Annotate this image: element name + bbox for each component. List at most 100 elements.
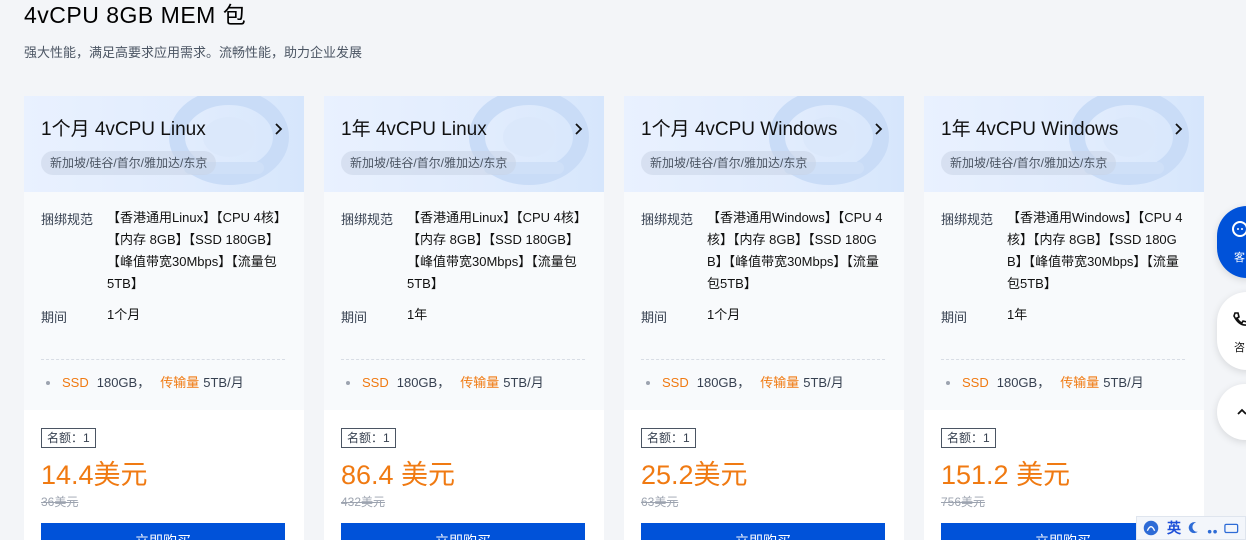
- keyboard-icon[interactable]: [1224, 520, 1239, 536]
- quota-badge: 名额：1: [341, 428, 396, 448]
- period-value: 1个月: [107, 307, 141, 322]
- consult-label: 咨: [1234, 342, 1245, 354]
- period-row: 期间 1个月: [41, 304, 283, 329]
- card-header[interactable]: 1个月 4vCPU Linux 新加坡/硅谷/首尔/雅加达/东京: [24, 96, 304, 192]
- period-label: 期间: [341, 310, 368, 325]
- old-price: 63美元: [641, 495, 679, 509]
- spec-label: 捆绑规范: [941, 212, 994, 227]
- buy-now-button[interactable]: 立即购买: [641, 523, 885, 540]
- card-title: 1年 4vCPU Linux: [341, 119, 487, 140]
- feature-row: SSD 180GB， 传输量 5TB/月: [46, 372, 244, 394]
- spec-label: 捆绑规范: [641, 212, 694, 227]
- transfer-label: 传输量: [460, 375, 500, 390]
- transfer-label: 传输量: [760, 375, 800, 390]
- punctuation-icon[interactable]: [1206, 520, 1219, 536]
- consult-button[interactable]: 咨: [1217, 292, 1246, 370]
- ssd-value: 180GB，: [96, 375, 151, 390]
- price: 151.2 美元: [941, 460, 1071, 490]
- quota-badge: 名额：1: [941, 428, 996, 448]
- spec-value: 【香港通用Windows】【CPU 4核】【内存 8GB】【SSD 180GB】…: [1007, 210, 1183, 291]
- spec-row: 捆绑规范 【香港通用Linux】【CPU 4核】【内存 8GB】【SSD 180…: [41, 207, 283, 295]
- buy-now-button[interactable]: 立即购买: [41, 523, 285, 540]
- region-tag: 新加坡/硅谷/首尔/雅加达/东京: [341, 151, 517, 175]
- chevron-right-icon[interactable]: [572, 119, 586, 139]
- divider: [41, 359, 285, 360]
- period-label: 期间: [641, 310, 668, 325]
- period-row: 期间 1年: [941, 304, 1183, 329]
- old-price: 432美元: [341, 495, 386, 509]
- bullet-icon: [46, 381, 50, 385]
- period-label: 期间: [41, 310, 68, 325]
- chevron-right-icon[interactable]: [272, 119, 286, 139]
- bullet-icon: [646, 381, 650, 385]
- decorative-icon: [469, 96, 589, 185]
- period-value: 1个月: [707, 307, 741, 322]
- bullet-icon: [346, 381, 350, 385]
- ssd-label: SSD: [962, 375, 989, 390]
- ssd-value: 180GB，: [396, 375, 451, 390]
- feature-row: SSD 180GB， 传输量 5TB/月: [946, 372, 1144, 394]
- card-title: 1个月 4vCPU Windows: [641, 119, 838, 140]
- card-header[interactable]: 1年 4vCPU Linux 新加坡/硅谷/首尔/雅加达/东京: [324, 96, 604, 192]
- period-label: 期间: [941, 310, 968, 325]
- spec-value: 【香港通用Windows】【CPU 4核】【内存 8GB】【SSD 180GB】…: [707, 210, 883, 291]
- feature-row: SSD 180GB， 传输量 5TB/月: [346, 372, 544, 394]
- region-tag: 新加坡/硅谷/首尔/雅加达/东京: [641, 151, 817, 175]
- chevron-right-icon[interactable]: [872, 119, 886, 139]
- period-value: 1年: [407, 307, 428, 322]
- price: 86.4 美元: [341, 460, 456, 490]
- divider: [341, 359, 585, 360]
- back-to-top-button[interactable]: [1217, 384, 1246, 440]
- divider: [941, 359, 1185, 360]
- period-row: 期间 1年: [341, 304, 583, 329]
- quota-badge: 名额：1: [41, 428, 96, 448]
- spec-row: 捆绑规范 【香港通用Linux】【CPU 4核】【内存 8GB】【SSD 180…: [341, 207, 583, 295]
- product-card: 1年 4vCPU Linux 新加坡/硅谷/首尔/雅加达/东京 捆绑规范 【香港…: [324, 96, 604, 540]
- quota-badge: 名额：1: [641, 428, 696, 448]
- spec-label: 捆绑规范: [41, 212, 94, 227]
- ssd-label: SSD: [362, 375, 389, 390]
- ime-logo-icon[interactable]: [1141, 518, 1161, 538]
- spec-value: 【香港通用Linux】【CPU 4核】【内存 8GB】【SSD 180GB】【峰…: [407, 210, 581, 291]
- spec-label: 捆绑规范: [341, 212, 394, 227]
- spec-value: 【香港通用Linux】【CPU 4核】【内存 8GB】【SSD 180GB】【峰…: [107, 210, 281, 291]
- transfer-value: 5TB/月: [1103, 375, 1144, 390]
- decorative-icon: [1069, 96, 1189, 185]
- card-title: 1年 4vCPU Windows: [941, 119, 1119, 140]
- card-header[interactable]: 1个月 4vCPU Windows 新加坡/硅谷/首尔/雅加达/东京: [624, 96, 904, 192]
- region-tag: 新加坡/硅谷/首尔/雅加达/东京: [41, 151, 217, 175]
- ime-toolbar[interactable]: 英: [1136, 516, 1246, 540]
- transfer-value: 5TB/月: [503, 375, 544, 390]
- transfer-value: 5TB/月: [203, 375, 244, 390]
- page-title: 4vCPU 8GB MEM 包: [24, 2, 247, 28]
- chevron-up-icon: [1237, 408, 1246, 415]
- old-price: 36美元: [41, 495, 79, 509]
- old-price: 756美元: [941, 495, 986, 509]
- product-card: 1个月 4vCPU Windows 新加坡/硅谷/首尔/雅加达/东京 捆绑规范 …: [624, 96, 904, 540]
- phone-icon: [1233, 312, 1246, 326]
- ime-language[interactable]: 英: [1167, 518, 1181, 538]
- feature-row: SSD 180GB， 传输量 5TB/月: [646, 372, 844, 394]
- ssd-label: SSD: [662, 375, 689, 390]
- moon-icon[interactable]: [1187, 520, 1200, 536]
- transfer-label: 传输量: [1060, 375, 1100, 390]
- transfer-value: 5TB/月: [803, 375, 844, 390]
- transfer-label: 传输量: [160, 375, 200, 390]
- headset-icon: [1232, 221, 1246, 237]
- divider: [641, 359, 885, 360]
- card-header[interactable]: 1年 4vCPU Windows 新加坡/硅谷/首尔/雅加达/东京: [924, 96, 1204, 192]
- ssd-label: SSD: [62, 375, 89, 390]
- bullet-icon: [946, 381, 950, 385]
- product-card: 1年 4vCPU Windows 新加坡/硅谷/首尔/雅加达/东京 捆绑规范 【…: [924, 96, 1204, 540]
- period-row: 期间 1个月: [641, 304, 883, 329]
- chevron-right-icon[interactable]: [1172, 119, 1186, 139]
- card-title: 1个月 4vCPU Linux: [41, 119, 206, 140]
- customer-service-button[interactable]: 客: [1217, 206, 1246, 278]
- ssd-value: 180GB，: [696, 375, 751, 390]
- product-card: 1个月 4vCPU Linux 新加坡/硅谷/首尔/雅加达/东京 捆绑规范 【香…: [24, 96, 304, 540]
- price: 14.4美元: [41, 460, 148, 490]
- customer-service-label: 客: [1234, 252, 1245, 264]
- ssd-value: 180GB，: [996, 375, 1051, 390]
- buy-now-button[interactable]: 立即购买: [341, 523, 585, 540]
- spec-row: 捆绑规范 【香港通用Windows】【CPU 4核】【内存 8GB】【SSD 1…: [641, 207, 883, 295]
